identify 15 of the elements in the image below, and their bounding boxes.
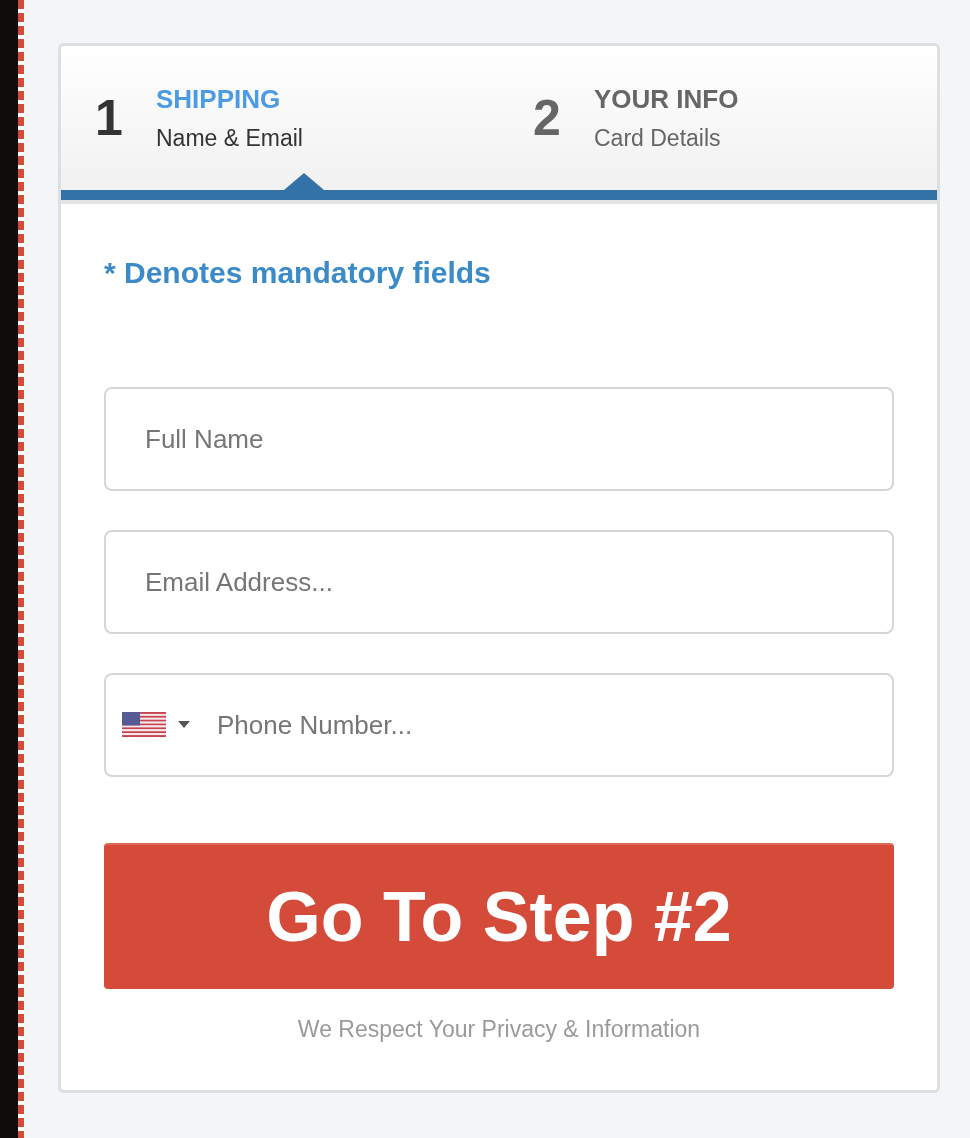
privacy-note: We Respect Your Privacy & Information (297, 1015, 701, 1043)
step-title: YOUR INFO (594, 83, 739, 114)
caret-icon (178, 721, 190, 728)
input-field[interactable]: Full Name (104, 387, 894, 491)
step-number: 2 (533, 90, 562, 146)
flag-icon (122, 712, 166, 737)
mandatory-fields-note: * Denotes mandatory fields (104, 256, 491, 290)
country-selector[interactable] (122, 712, 190, 737)
step-subtitle: Name & Email (156, 123, 303, 153)
step-subtitle: Card Details (594, 123, 721, 153)
input-field[interactable]: Email Address... (104, 530, 894, 634)
phone-field[interactable]: Phone Number... (104, 673, 894, 777)
submit-button[interactable]: Go To Step #2 (104, 843, 894, 989)
step-title: SHIPPING (156, 83, 281, 114)
step-number: 1 (95, 90, 124, 146)
